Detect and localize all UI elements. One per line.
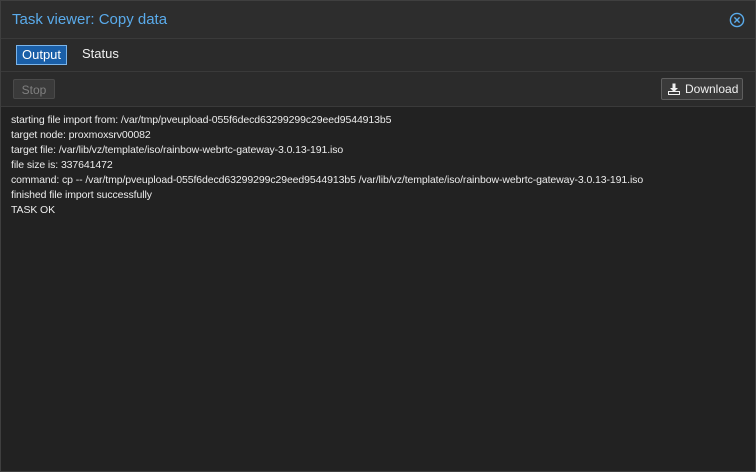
log-line: TASK OK <box>11 204 56 216</box>
task-viewer-window: Task viewer: Copy data Output Status Sto… <box>0 0 756 472</box>
close-circle-icon <box>729 12 745 28</box>
log-line: starting file import from: /var/tmp/pveu… <box>11 114 392 126</box>
window-title: Task viewer: Copy data <box>12 11 168 28</box>
task-output-log[interactable]: starting file import from: /var/tmp/pveu… <box>1 107 755 471</box>
tab-status[interactable]: Status <box>77 45 124 63</box>
close-button[interactable] <box>729 12 745 28</box>
download-button-label: Download <box>685 82 739 96</box>
log-line: target file: /var/lib/vz/template/iso/ra… <box>11 144 344 156</box>
tab-output[interactable]: Output <box>16 45 68 65</box>
log-line: finished file import successfully <box>11 189 152 201</box>
toolbar: Stop Download <box>1 72 755 107</box>
stop-button[interactable]: Stop <box>13 79 55 99</box>
tab-bar: Output Status <box>1 39 755 72</box>
log-lines: starting file import from: /var/tmp/pveu… <box>11 113 747 218</box>
download-button[interactable]: Download <box>661 78 743 100</box>
log-line: file size is: 337641472 <box>11 159 113 171</box>
download-icon <box>668 83 680 95</box>
title-bar: Task viewer: Copy data <box>1 1 755 39</box>
log-line: target node: proxmoxsrv00082 <box>11 129 151 141</box>
log-line: command: cp -- /var/tmp/pveupload-055f6d… <box>11 174 644 186</box>
stop-button-label: Stop <box>21 83 47 97</box>
